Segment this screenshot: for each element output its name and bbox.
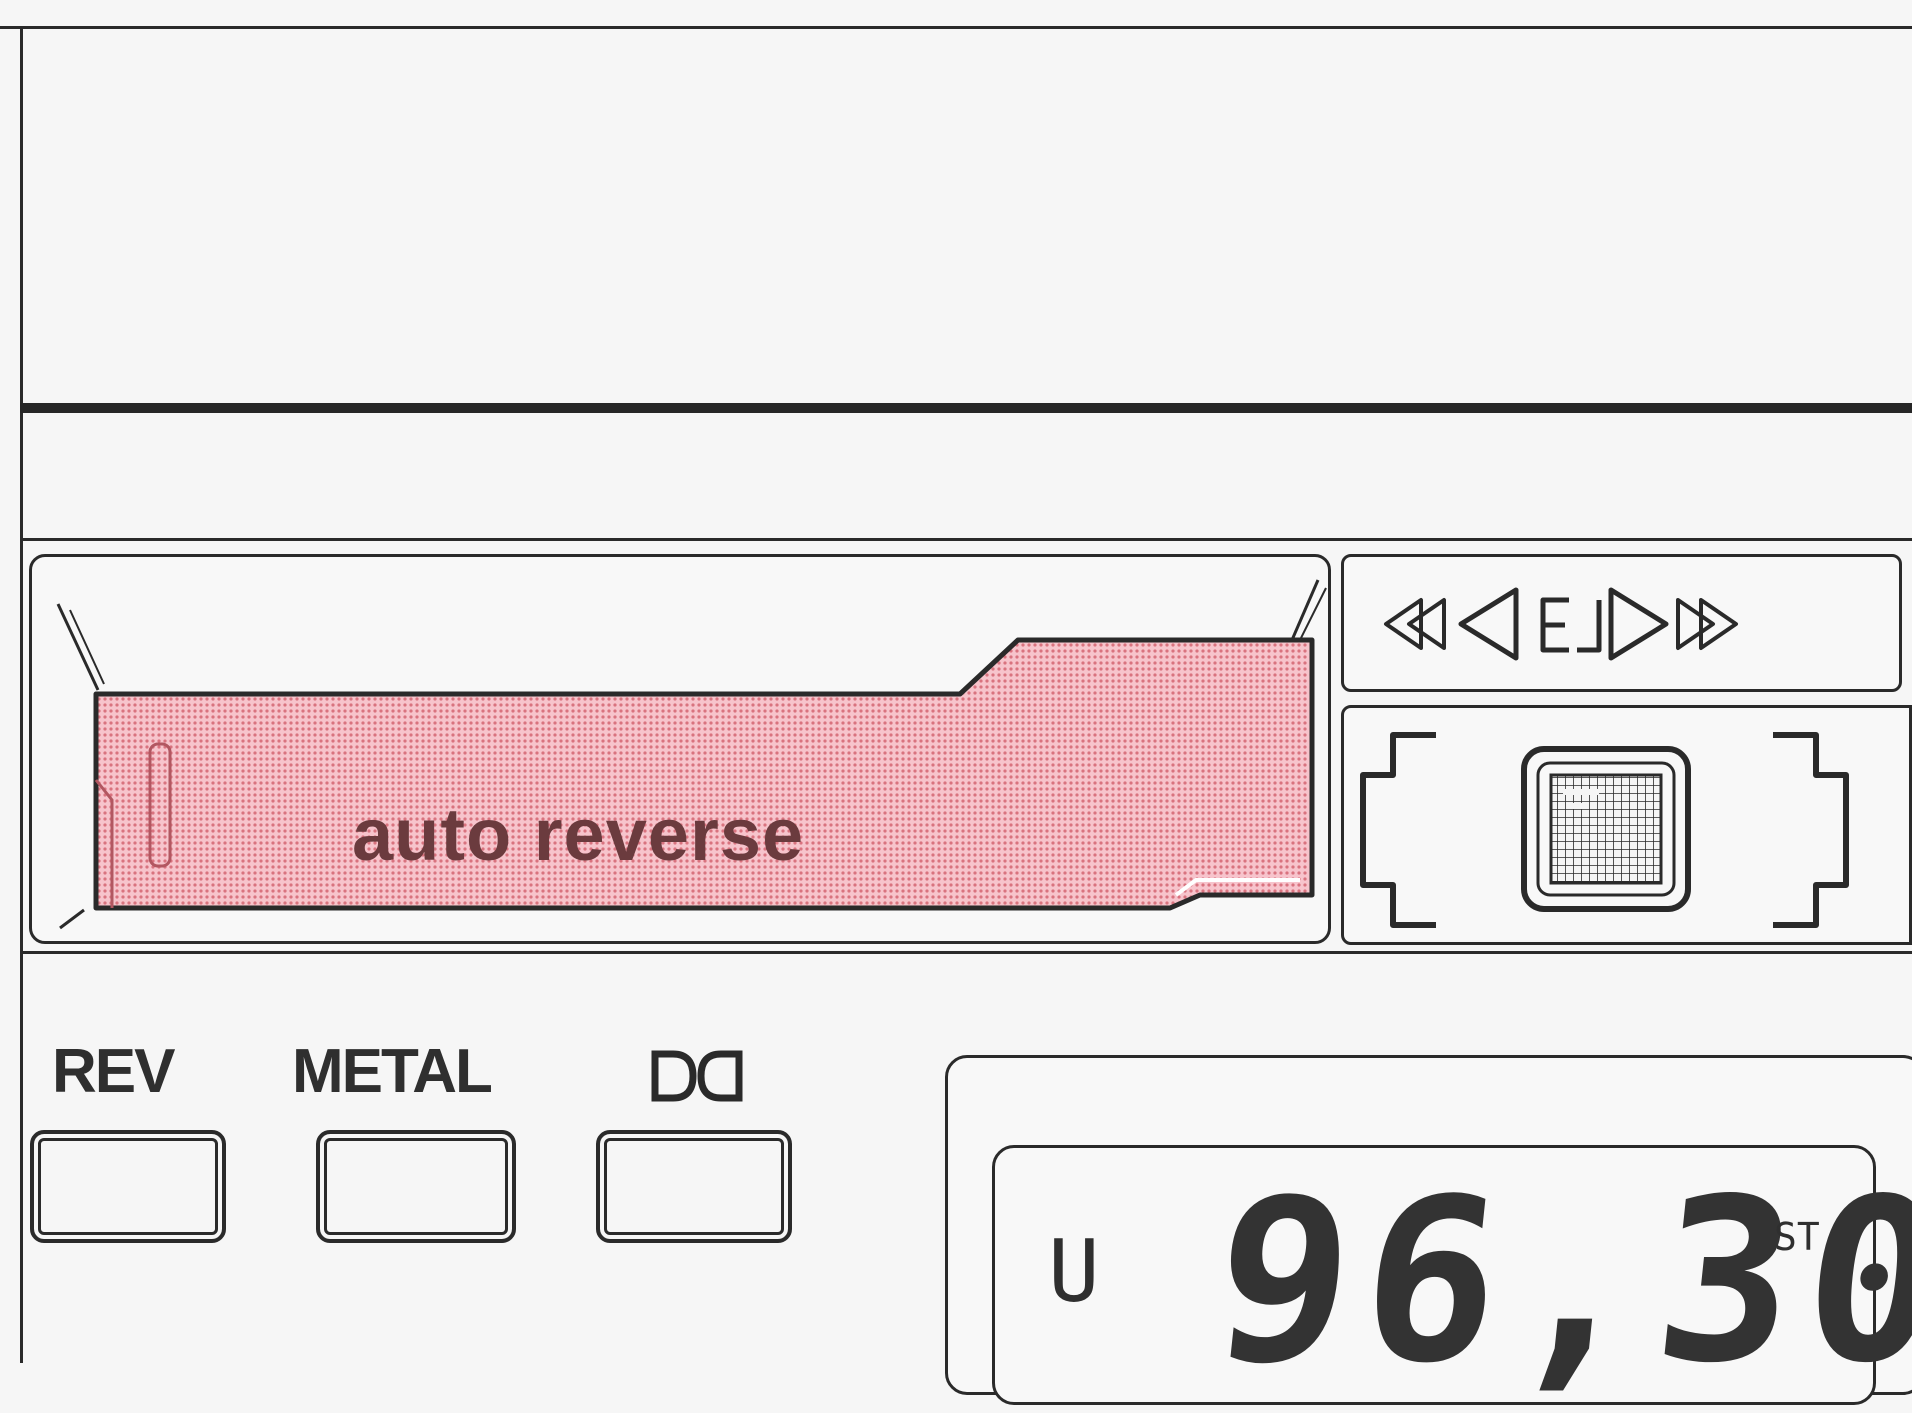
eject-icon-e [1540,597,1569,653]
stereo-indicator: ST [1774,1215,1820,1259]
frequency-readout: 96,30 [1202,1151,1912,1413]
metal-label: METAL [292,1037,493,1106]
eject-button[interactable] [1540,597,1602,653]
band-indicator: U [1048,1222,1100,1322]
dolby-icon [651,1050,743,1102]
play-reverse-icon [1458,587,1519,661]
rewind-button[interactable] [1384,598,1446,650]
right-reel-bracket [1773,732,1849,928]
eject-icon-j [1577,600,1602,653]
metal-button[interactable] [316,1130,516,1243]
transport-controls [1384,587,1738,661]
dolby-button[interactable] [596,1130,792,1243]
play-forward-button[interactable] [1608,587,1669,661]
auto-reverse-label: auto reverse [352,793,805,876]
rewind-icon [1384,598,1446,650]
rev-label: REV [52,1037,175,1106]
play-forward-icon [1608,587,1669,661]
tape-indicator [1360,732,1849,928]
play-reverse-button[interactable] [1458,587,1519,661]
rev-button[interactable] [30,1130,226,1243]
fast-forward-icon [1676,598,1738,650]
left-reel-bracket [1360,732,1436,928]
fast-forward-button[interactable] [1676,598,1738,650]
